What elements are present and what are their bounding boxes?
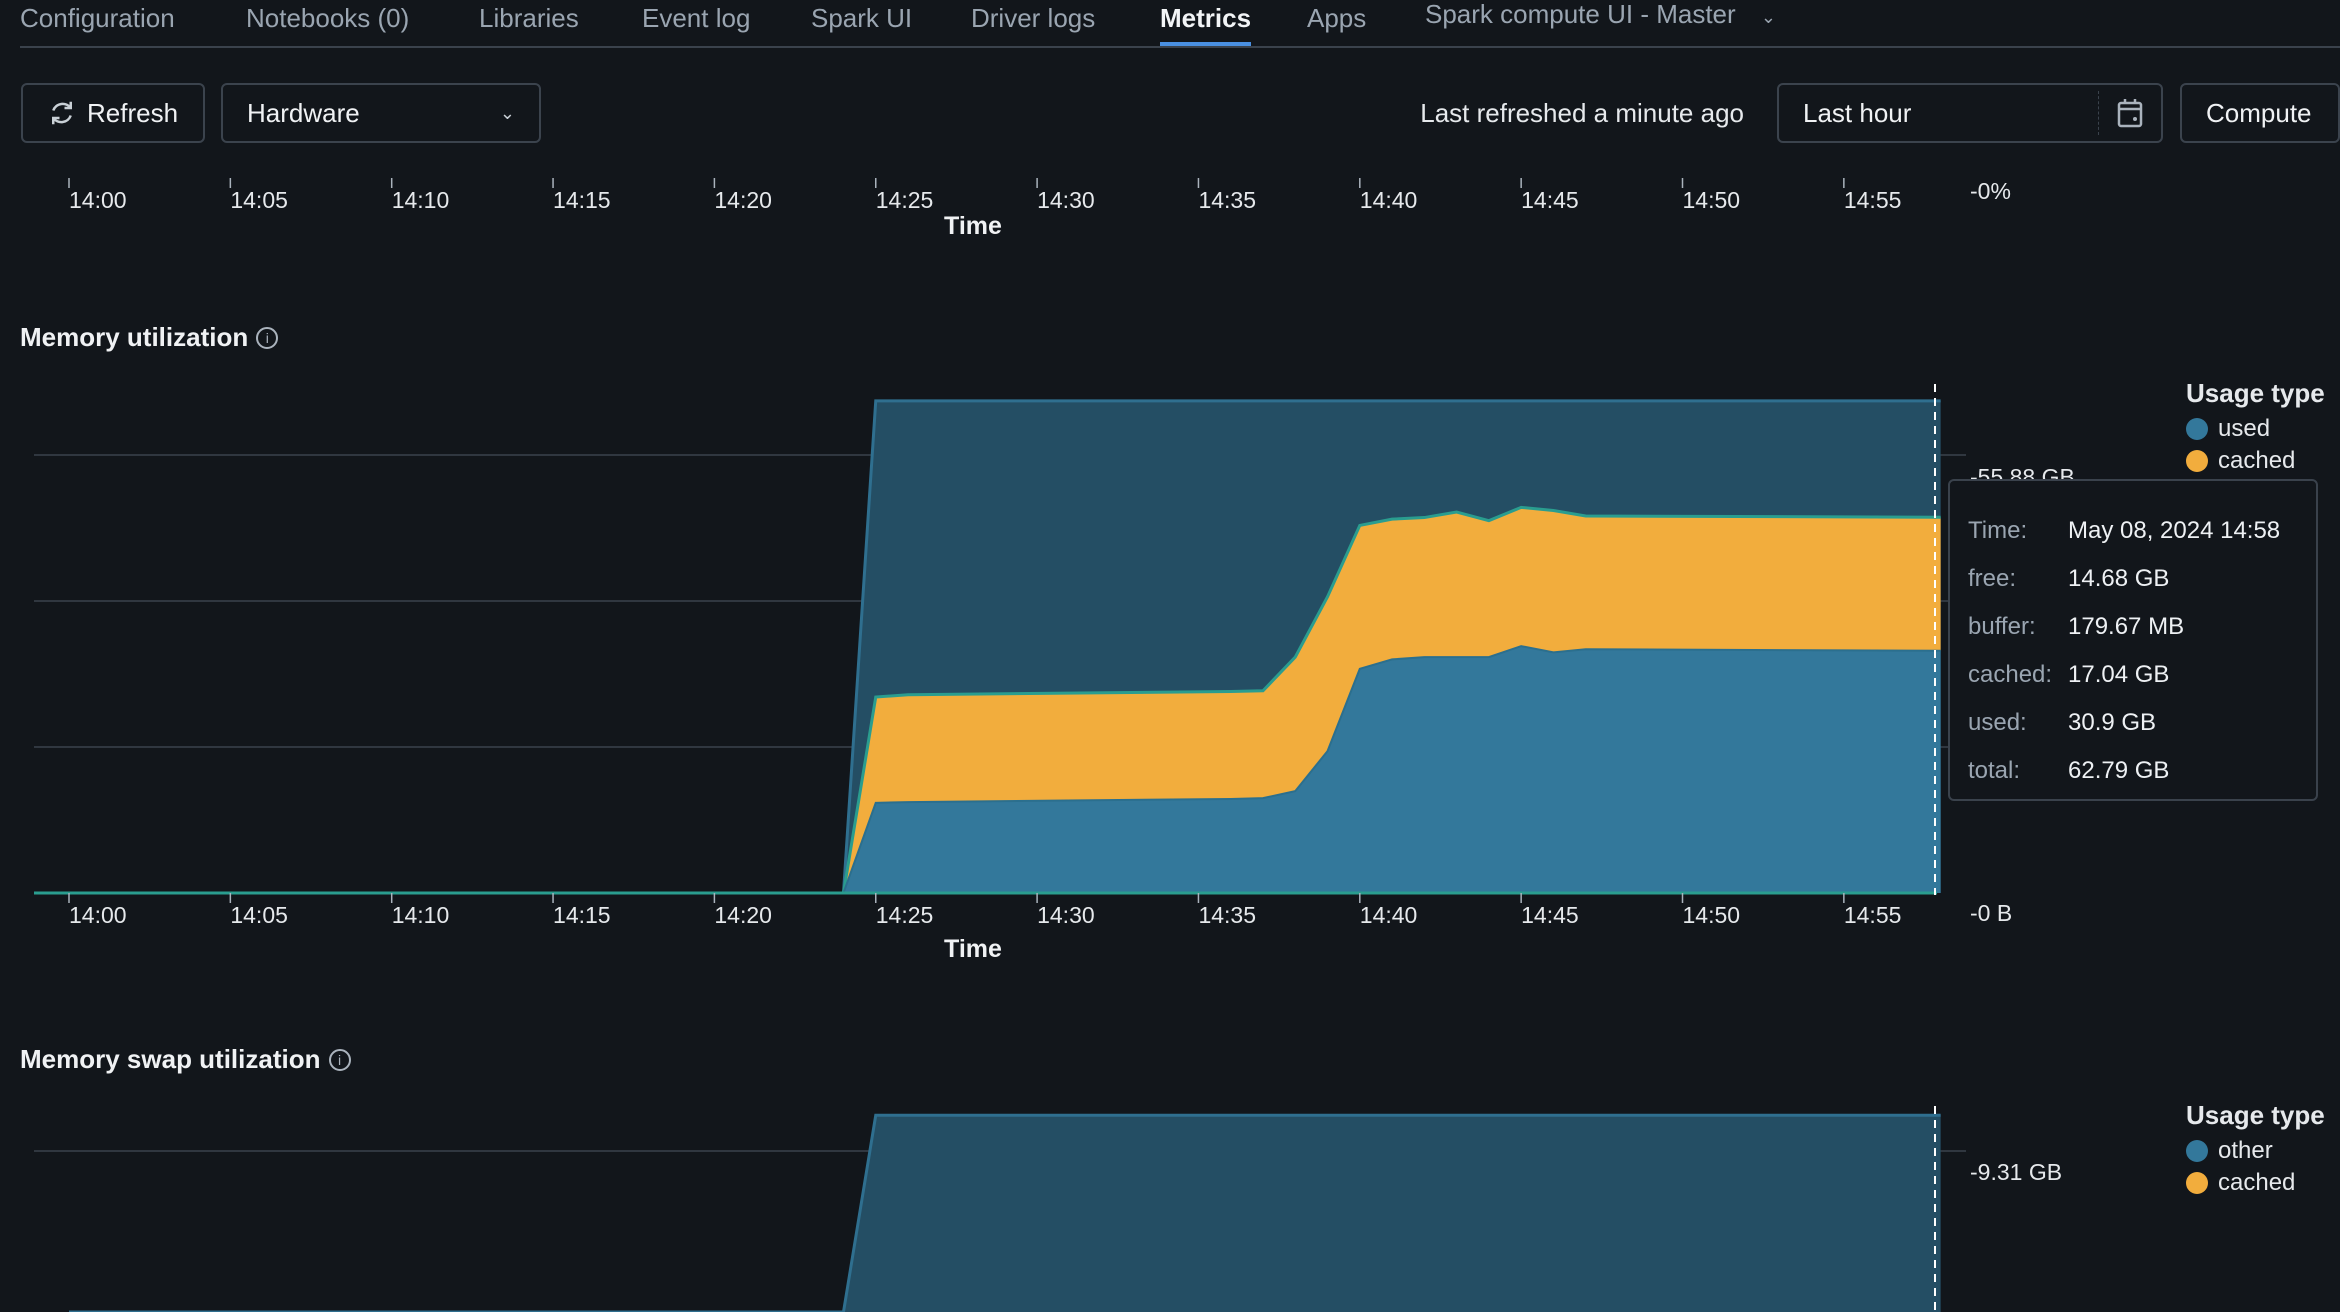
legend-label: other <box>2218 1137 2273 1164</box>
x-tick-label: 14:40 <box>1360 902 1418 928</box>
x-tick-label: 14:20 <box>714 902 772 928</box>
x-tick-label: 14:10 <box>392 902 450 928</box>
x-tick-label: 14:55 <box>1844 187 1902 213</box>
tooltip-value: May 08, 2024 14:58 <box>2068 517 2281 544</box>
tooltip-value: 30.9 GB <box>2068 709 2157 736</box>
x-tick-label: 14:25 <box>876 902 934 928</box>
tooltip-row-time: Time: May 08, 2024 14:58 <box>1968 507 2298 555</box>
legend-title: Usage type <box>2186 378 2325 408</box>
tooltip-key: cached: <box>1968 661 2053 688</box>
legend-label: cached <box>2218 1169 2296 1196</box>
x-tick-label: 14:05 <box>230 902 288 928</box>
x-tick-label: 14:30 <box>1037 902 1095 928</box>
tooltip-key: free: <box>1968 565 2017 592</box>
legend-title: Usage type <box>2186 1100 2325 1130</box>
y-tick-label: -0 B <box>1970 900 2012 926</box>
legend-label: cached <box>2218 447 2296 474</box>
chart-tooltip: Time: May 08, 2024 14:58 free: 14.68 GB bu… <box>1948 479 2318 801</box>
x-tick-label: 14:15 <box>553 187 611 213</box>
tooltip-key: Time: <box>1968 517 2028 544</box>
tooltip-value: 17.04 GB <box>2068 661 2170 688</box>
legend-label: used <box>2218 415 2271 442</box>
legend-dot <box>2186 1140 2208 1162</box>
memory-legend: Usage type used cached <box>2186 378 2325 477</box>
x-tick-label: 14:55 <box>1844 902 1902 928</box>
area-total <box>69 1115 1941 1312</box>
x-tick-label: 14:35 <box>1198 187 1256 213</box>
tooltip-value: 14.68 GB <box>2068 565 2170 592</box>
tooltip-row-free: free: 14.68 GB <box>1968 555 2298 603</box>
swap-legend: Usage type other cached <box>2186 1100 2325 1199</box>
x-axis-title: Time <box>944 212 1002 240</box>
tooltip-key: buffer: <box>1968 613 2036 640</box>
legend-item-other[interactable]: other <box>2186 1135 2325 1167</box>
x-tick-label: 14:45 <box>1521 187 1579 213</box>
x-tick-label: 14:30 <box>1037 187 1095 213</box>
x-tick-label: 14:05 <box>230 187 288 213</box>
x-tick-label: 14:00 <box>69 902 127 928</box>
x-tick-label: 14:40 <box>1360 187 1418 213</box>
legend-item-cached[interactable]: cached <box>2186 1167 2325 1199</box>
legend-dot <box>2186 418 2208 440</box>
y-tick-label: -0% <box>1970 178 2011 204</box>
y-tick-label: -9.31 GB <box>1970 1159 2062 1185</box>
x-tick-label: 14:50 <box>1683 187 1741 213</box>
x-tick-label: 14:20 <box>714 187 772 213</box>
tooltip-key: used: <box>1968 709 2027 736</box>
legend-item-cached[interactable]: cached <box>2186 445 2325 477</box>
x-tick-label: 14:50 <box>1683 902 1741 928</box>
x-tick-label: 14:25 <box>876 187 934 213</box>
tooltip-row-used: used: 30.9 GB <box>1968 699 2298 747</box>
legend-dot <box>2186 1172 2208 1194</box>
x-axis-title: Time <box>944 935 1002 963</box>
x-tick-label: 14:00 <box>69 187 127 213</box>
tooltip-row-total: total: 62.79 GB <box>1968 747 2298 795</box>
legend-dot <box>2186 450 2208 472</box>
tooltip-row-buffer: buffer: 179.67 MB <box>1968 603 2298 651</box>
legend-item-used[interactable]: used <box>2186 413 2325 445</box>
tooltip-key: total: <box>1968 757 2021 784</box>
x-tick-label: 14:45 <box>1521 902 1579 928</box>
tooltip-value: 179.67 MB <box>2068 613 2185 640</box>
x-tick-label: 14:10 <box>392 187 450 213</box>
tooltip-row-cached: cached: 17.04 GB <box>1968 651 2298 699</box>
tooltip-value: 62.79 GB <box>2068 757 2170 784</box>
x-tick-label: 14:35 <box>1198 902 1256 928</box>
x-tick-label: 14:15 <box>553 902 611 928</box>
